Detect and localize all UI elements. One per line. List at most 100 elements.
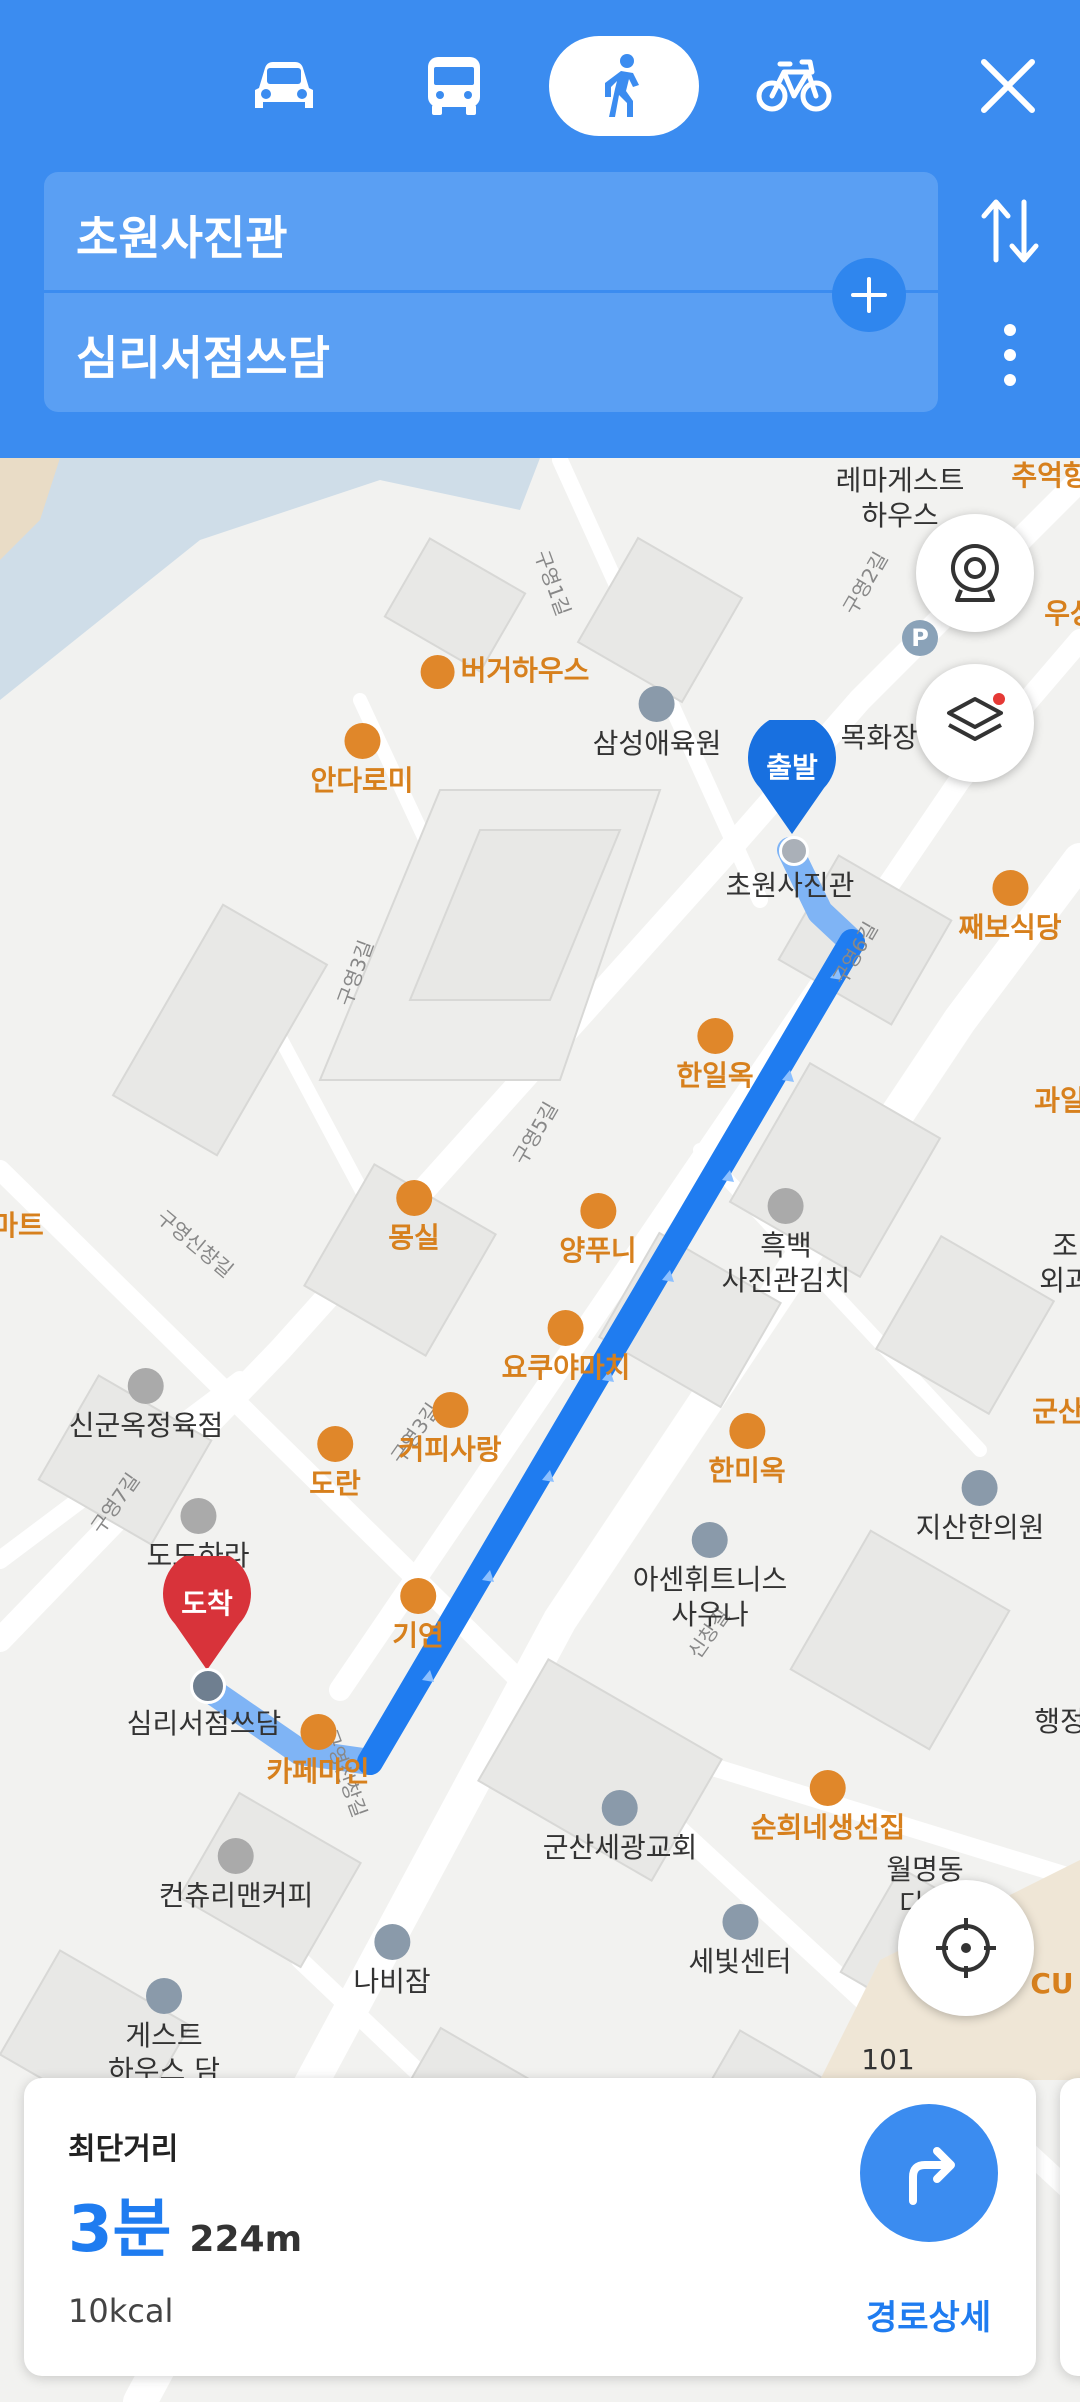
restaurant-icon <box>810 1770 846 1806</box>
my-location-button[interactable] <box>898 1880 1034 2016</box>
poi-heukbaek[interactable]: 흑백 사진관김치 <box>722 1188 850 1298</box>
origin-field[interactable]: 초원사진관 <box>76 202 288 268</box>
turn-right-icon <box>909 2147 955 2205</box>
bus-mode-button[interactable] <box>379 36 529 136</box>
swap-icon <box>981 199 1039 263</box>
poi-gwa[interactable]: 과일 <box>1034 1083 1080 1118</box>
car-icon <box>255 62 313 108</box>
swap-button[interactable] <box>978 196 1042 270</box>
route-header: 초원사진관 심리서점쓰담 <box>0 0 1080 458</box>
poi-sunhui[interactable]: 순희네생선집 <box>751 1770 905 1845</box>
start-dot <box>779 836 809 866</box>
route-detail-button[interactable]: 경로상세 <box>866 2290 991 2339</box>
poi-guesthouse[interactable]: 게스트 하우스 담 <box>108 1978 220 2088</box>
route-detail-icon-button[interactable] <box>860 2104 998 2242</box>
destination-field[interactable]: 심리서점쓰담 <box>76 322 330 388</box>
poi-mongsil[interactable]: 몽실 <box>388 1180 440 1255</box>
poi-asen[interactable]: 아센휘트니스 사우나 <box>633 1522 787 1632</box>
poi-uusang[interactable]: 우상 <box>1044 596 1080 631</box>
poi-giyeon[interactable]: 기연 <box>392 1578 444 1653</box>
poi-jjaebo[interactable]: 째보식당 <box>958 870 1062 945</box>
poi-simri[interactable]: 심리서점쓰담 <box>127 1706 282 1741</box>
poi-cu[interactable]: CU <box>1030 1966 1073 2001</box>
car-mode-button[interactable] <box>209 36 359 136</box>
hospital-icon <box>962 1470 998 1506</box>
walk-mode-button[interactable] <box>549 36 699 136</box>
route-distance: 224m <box>189 2219 303 2260</box>
cafe-icon <box>396 1180 432 1216</box>
sauna-icon <box>692 1522 728 1558</box>
poi-chueok[interactable]: 추억항 <box>1011 458 1080 493</box>
road-number: 101 <box>861 2043 915 2076</box>
layers-button[interactable] <box>916 664 1034 782</box>
building-icon <box>639 686 675 722</box>
restaurant-icon <box>343 723 380 759</box>
poi-jo[interactable]: 조 외과 <box>1039 1228 1080 1298</box>
route-time: 3분 <box>68 2193 172 2267</box>
poi-hanil[interactable]: 한일옥 <box>676 1018 754 1093</box>
start-marker[interactable]: 출발 <box>746 720 838 834</box>
cafe-icon <box>299 1714 336 1750</box>
burger-icon <box>420 655 455 689</box>
poi-haengjeong[interactable]: 행정 <box>1034 1704 1080 1739</box>
layers-icon <box>947 693 1005 741</box>
poi-singun[interactable]: 신군옥정육점 <box>69 1368 223 1443</box>
restaurant-icon <box>548 1310 584 1346</box>
plus-icon <box>851 277 887 313</box>
poi-chowon[interactable]: 초원사진관 <box>726 868 855 903</box>
cafe-icon <box>317 1426 353 1462</box>
poi-country[interactable]: 컨츄리맨커피 <box>159 1838 313 1913</box>
cafe-icon <box>431 1392 468 1428</box>
close-button[interactable] <box>972 50 1044 122</box>
poi-doran[interactable]: 도란 <box>309 1426 361 1501</box>
hotel-icon <box>145 1978 182 2014</box>
poi-burger[interactable]: 버거하우스 <box>420 653 589 689</box>
restaurant-icon <box>580 1193 616 1229</box>
route-summary-card[interactable]: 최단거리 3분 224m 10kcal 경로상세 <box>24 2078 1036 2376</box>
place-icon <box>218 1838 254 1874</box>
bike-mode-button[interactable] <box>719 36 869 136</box>
route-inputs: 초원사진관 심리서점쓰담 <box>44 172 938 412</box>
bus-icon <box>428 57 480 115</box>
route-calories: 10kcal <box>68 2292 174 2330</box>
input-divider <box>44 290 938 293</box>
close-icon <box>981 59 1035 113</box>
poi-yangpuni[interactable]: 양푸니 <box>559 1193 637 1268</box>
route-type-label: 최단거리 <box>68 2132 179 2167</box>
next-route-card[interactable] <box>1060 2078 1080 2376</box>
poi-gunsan[interactable]: 군산 <box>1032 1394 1080 1429</box>
beer-icon <box>991 870 1028 906</box>
restaurant-icon <box>697 1018 733 1054</box>
more-vertical-icon <box>1004 324 1016 386</box>
poi-andaromi[interactable]: 안다로미 <box>310 723 414 798</box>
poi-hanmi[interactable]: 한미옥 <box>708 1413 786 1488</box>
more-options-button[interactable] <box>994 322 1026 392</box>
start-marker-label: 출발 <box>766 751 818 784</box>
add-waypoint-button[interactable] <box>832 258 906 332</box>
church-icon <box>602 1790 638 1826</box>
walk-icon <box>605 54 639 117</box>
poi-sebit[interactable]: 세빛센터 <box>688 1904 792 1979</box>
bike-icon <box>756 59 832 112</box>
place-icon <box>128 1368 164 1404</box>
poi-nabijam[interactable]: 나비잠 <box>353 1924 431 1999</box>
locate-icon <box>936 1918 996 1978</box>
poi-yokuya[interactable]: 요쿠야마치 <box>502 1310 630 1385</box>
poi-church[interactable]: 군산세광교회 <box>543 1790 697 1865</box>
poi-cafemain[interactable]: 카페마인 <box>266 1714 370 1789</box>
poi-mart[interactable]: 마트 <box>0 1208 44 1243</box>
poi-samsung[interactable]: 삼성애육원 <box>593 686 721 761</box>
end-marker[interactable]: 도착 <box>161 1556 253 1670</box>
building-icon <box>721 1904 758 1940</box>
poi-coffeesarang[interactable]: 커피사랑 <box>398 1392 502 1467</box>
end-dot <box>190 1668 226 1704</box>
parking-icon: P <box>902 620 938 656</box>
streetview-button[interactable] <box>916 514 1034 632</box>
streetview-icon <box>950 544 999 602</box>
hotel-icon <box>374 1924 410 1960</box>
place-icon <box>768 1188 804 1224</box>
restaurant-icon <box>729 1413 765 1449</box>
poi-jisan[interactable]: 지산한의원 <box>916 1470 1044 1545</box>
restaurant-icon <box>400 1578 436 1614</box>
place-icon <box>179 1498 216 1534</box>
